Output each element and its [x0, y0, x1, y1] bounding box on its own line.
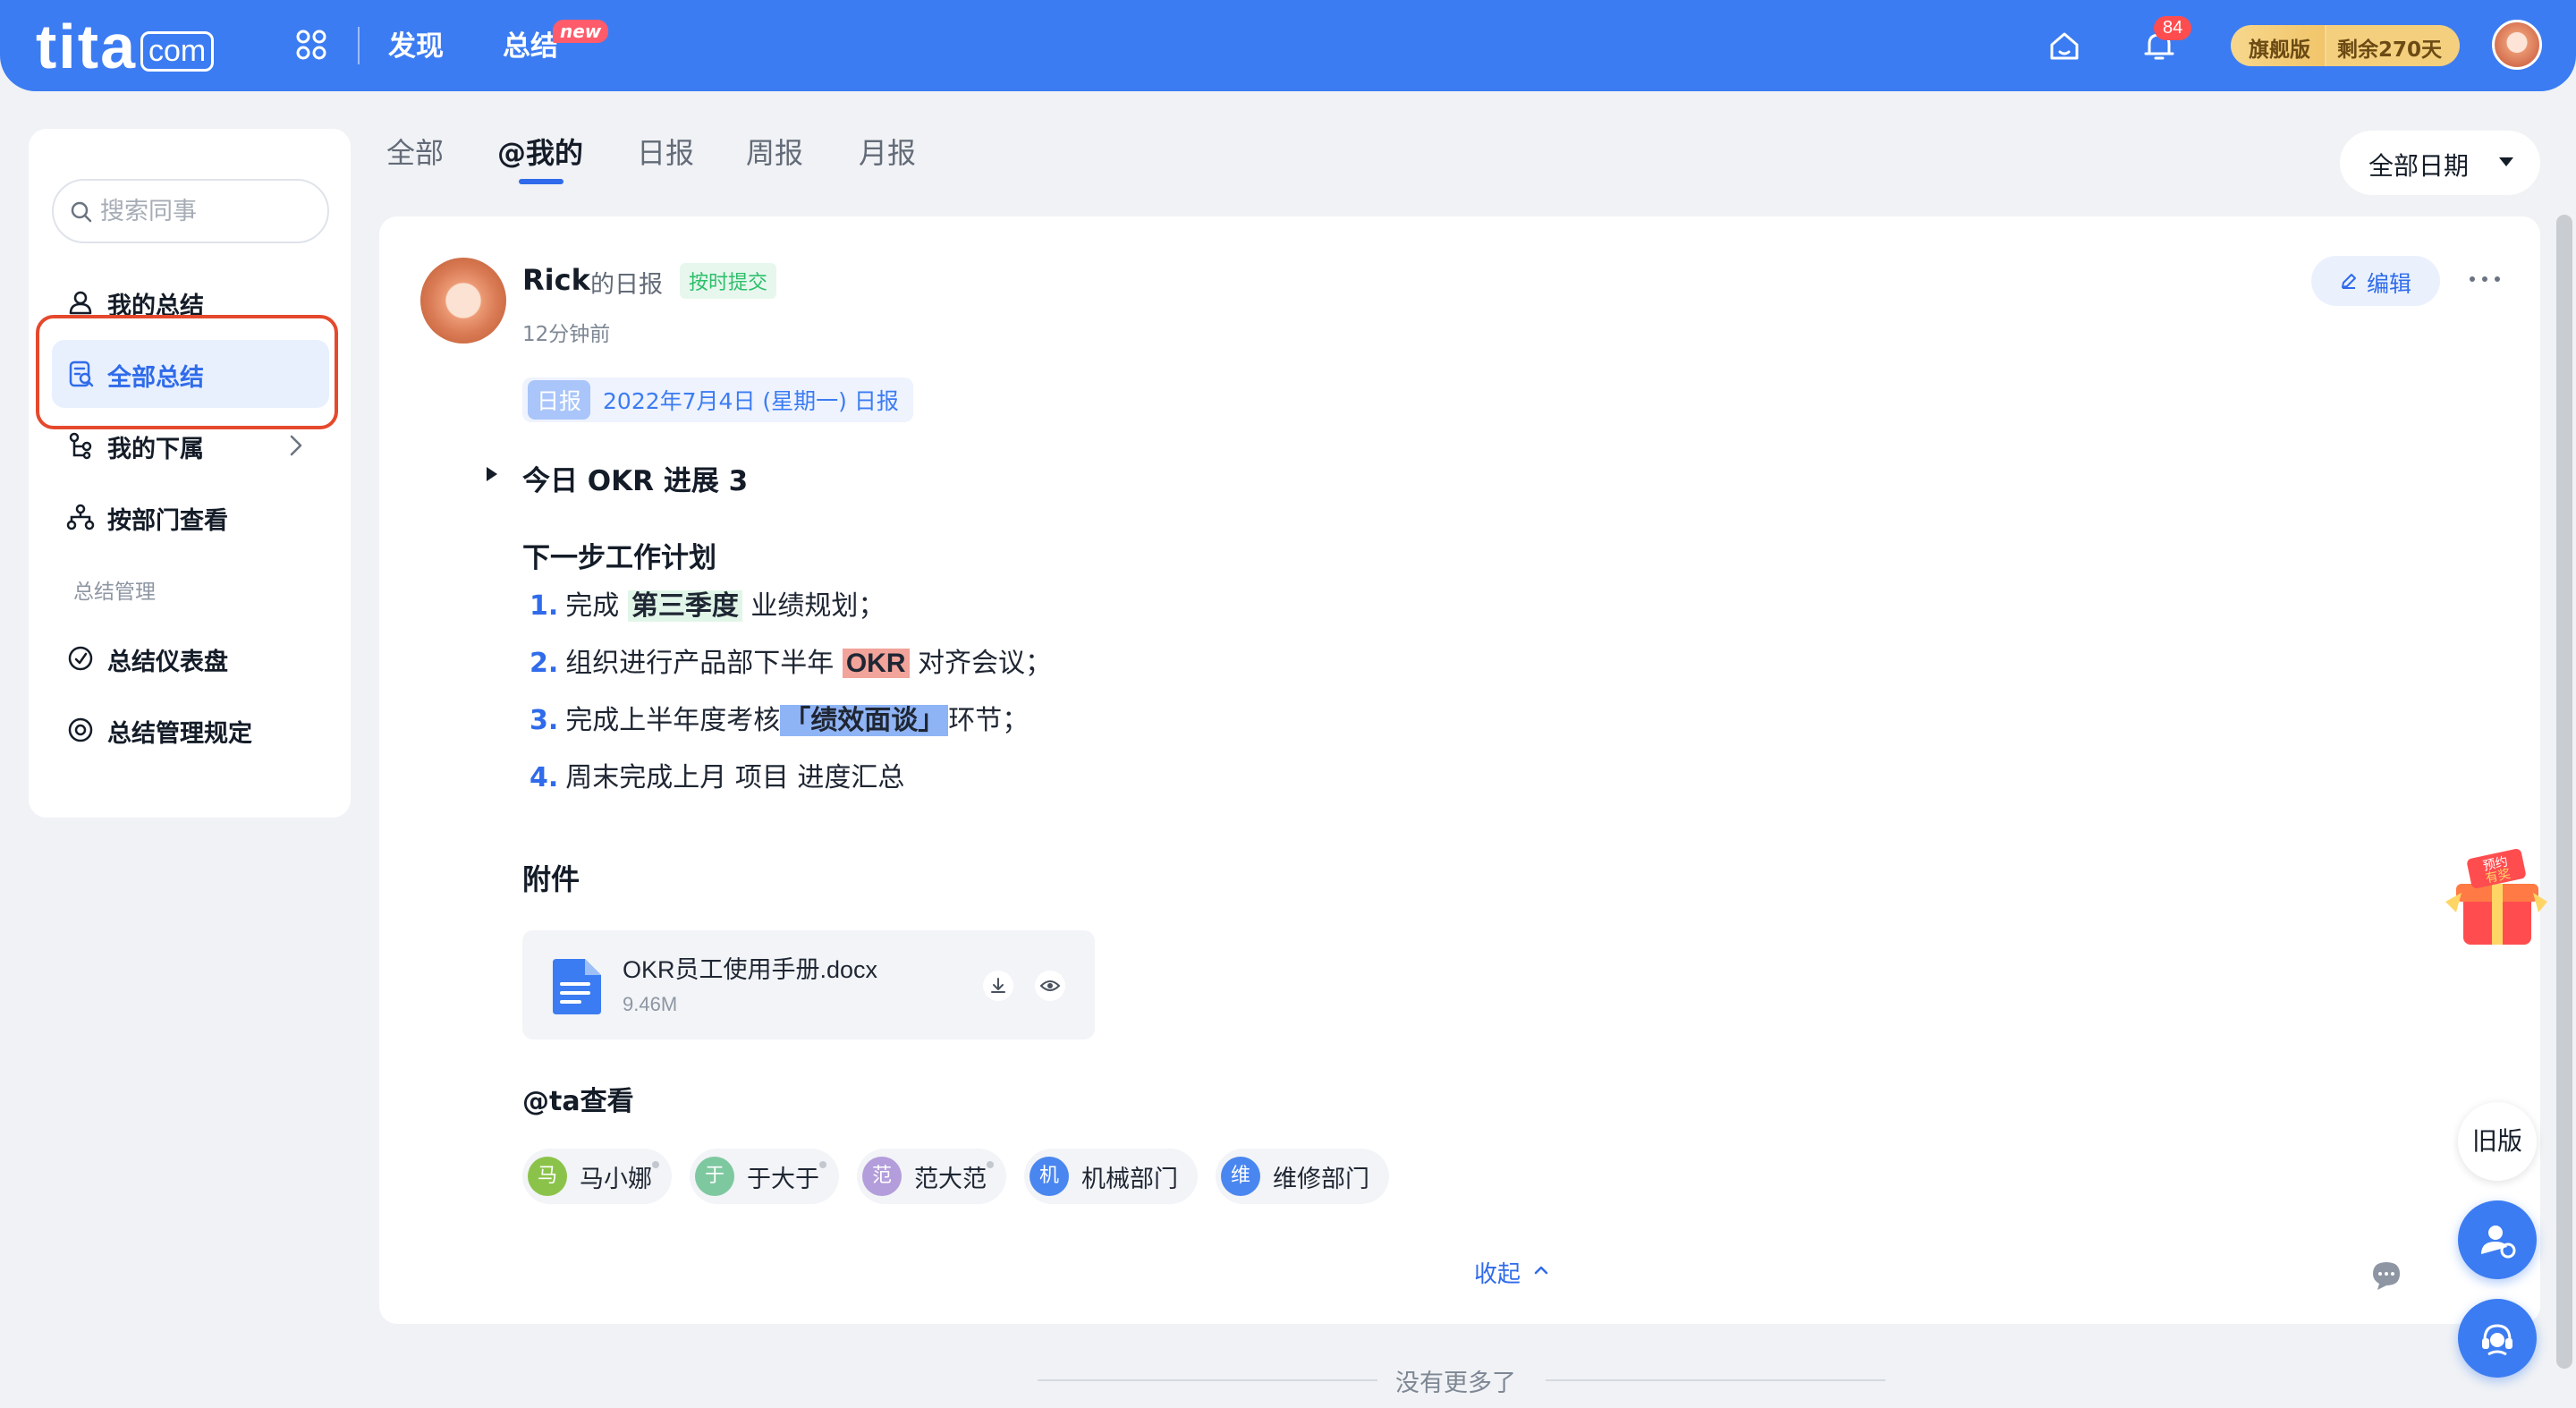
- author-avatar[interactable]: [420, 258, 506, 344]
- sidebar: 我的总结 全部总结 我的下属 按部门查看 总结管理: [29, 129, 351, 818]
- plan-item: 2. 组织进行产品部下半年 OKR 对齐会议；: [530, 648, 1053, 679]
- report-card: Rick 的日报 按时提交 12分钟前 编辑 日报 2022年7月4日 (星期一…: [379, 216, 2540, 1324]
- status-dot: [819, 1161, 826, 1168]
- plan-list: 1. 完成 第三季度 业绩规划； 2. 组织进行产品部下半年 OKR 对齐会议； 3…: [530, 583, 1052, 812]
- edit-button[interactable]: 编辑: [2311, 256, 2440, 306]
- department-icon: [66, 504, 95, 530]
- search-icon: [71, 201, 92, 223]
- on-time-status-tag: 按时提交: [680, 263, 777, 299]
- caret-down-icon: [2499, 157, 2513, 166]
- report-timestamp: 12分钟前: [522, 323, 611, 346]
- attachment-size: 9.46M: [623, 993, 678, 1015]
- user-avatar[interactable]: [2492, 20, 2542, 70]
- preview-eye-icon[interactable]: [1034, 970, 1066, 1002]
- author-name[interactable]: Rick: [522, 263, 590, 297]
- mention-list: 马 马小娜 于 于大于 范 范大范 机 机械部门 维 维修部门: [522, 1149, 1389, 1204]
- attachment-card[interactable]: OKR员工使用手册.docx 9.46M: [522, 930, 1095, 1039]
- page-scrollbar[interactable]: [2556, 215, 2572, 1369]
- apps-grid-icon[interactable]: [295, 29, 327, 61]
- home-icon[interactable]: [2046, 29, 2082, 64]
- caret-right-icon: [487, 467, 497, 481]
- sidebar-item-dashboard[interactable]: 总结仪表盘: [52, 624, 329, 692]
- tab-all[interactable]: 全部: [386, 131, 444, 172]
- report-date-label: 2022年7月4日 (星期一) 日报: [603, 388, 899, 414]
- new-badge: new: [553, 20, 609, 43]
- attachment-name[interactable]: OKR员工使用手册.docx: [623, 950, 877, 985]
- plan-item: 1. 完成 第三季度 业绩规划；: [530, 590, 886, 622]
- next-plan-title: 下一步工作计划: [522, 542, 716, 574]
- mention-avatar: 于: [695, 1157, 734, 1196]
- active-tab-indicator: [519, 179, 564, 184]
- plan-item: 4. 周末完成上月 项目 进度汇总: [530, 762, 905, 793]
- mention-avatar: 马: [528, 1157, 567, 1196]
- mention-chip[interactable]: 维 维修部门: [1216, 1149, 1389, 1204]
- user-settings-icon: [2481, 1226, 2516, 1259]
- tita-logo[interactable]: tita com: [36, 11, 215, 82]
- selection-highlight-box: [36, 315, 338, 429]
- highlighted-text: OKR: [842, 649, 910, 678]
- old-version-button[interactable]: 旧版: [2458, 1102, 2537, 1181]
- pencil-icon: [2342, 274, 2356, 289]
- status-dot: [987, 1161, 994, 1168]
- customer-service-icon: [2482, 1324, 2512, 1356]
- tab-daily[interactable]: 日报: [637, 131, 694, 172]
- report-kind-label: 的日报: [590, 271, 663, 299]
- mention-chip[interactable]: 于 于大于: [690, 1149, 839, 1204]
- nav-summary[interactable]: 总结: [503, 23, 558, 64]
- gift-promo-icon[interactable]: 预约 有奖: [2438, 848, 2555, 952]
- mention-chip[interactable]: 马 马小娜: [522, 1149, 672, 1204]
- search-input[interactable]: [100, 193, 315, 229]
- mention-avatar: 范: [862, 1157, 902, 1196]
- collapse-button[interactable]: 收起: [1474, 1256, 1548, 1289]
- highlighted-text: 第三季度: [627, 590, 742, 622]
- summary-management-section-title: 总结管理: [73, 581, 156, 604]
- mention-avatar: 维: [1221, 1157, 1260, 1196]
- comment-icon[interactable]: [2370, 1260, 2402, 1292]
- document-icon: [553, 959, 601, 1014]
- contact-fab[interactable]: [2458, 1200, 2537, 1279]
- dashboard-icon: [68, 646, 93, 671]
- more-options-icon[interactable]: [2467, 270, 2503, 288]
- mention-chip[interactable]: 机 机械部门: [1024, 1149, 1198, 1204]
- settings-icon: [68, 717, 93, 742]
- end-divider-left: [1038, 1379, 1377, 1381]
- chevron-up-icon: [1534, 1266, 1548, 1275]
- header-divider: [358, 27, 360, 64]
- end-divider-right: [1546, 1379, 1885, 1381]
- highlighted-text: 「绩效面谈」: [780, 705, 949, 736]
- mention-title: @ta查看: [522, 1086, 634, 1117]
- no-more-text: 没有更多了: [1395, 1370, 1516, 1397]
- report-type-tag: 日报: [528, 380, 591, 420]
- support-fab[interactable]: [2458, 1299, 2537, 1378]
- mention-chip[interactable]: 范 范大范: [857, 1149, 1006, 1204]
- plan-item: 3. 完成上半年度考核 「绩效面谈」 环节；: [530, 705, 1030, 736]
- sidebar-item-by-department[interactable]: 按部门查看: [52, 483, 329, 551]
- nav-discover[interactable]: 发现: [388, 23, 444, 64]
- status-dot: [652, 1161, 659, 1168]
- download-icon[interactable]: [982, 970, 1014, 1002]
- user-icon: [69, 291, 92, 315]
- tab-mentioned-me[interactable]: @我的: [497, 131, 583, 172]
- sidebar-item-management-rules[interactable]: 总结管理规定: [52, 696, 329, 764]
- colleague-search[interactable]: [52, 179, 329, 243]
- attachments-title: 附件: [522, 862, 580, 896]
- mention-avatar: 机: [1030, 1157, 1069, 1196]
- tab-monthly[interactable]: 月报: [859, 131, 916, 172]
- org-icon: [69, 432, 92, 460]
- chevron-right-icon[interactable]: [290, 435, 302, 456]
- notification-count-badge: 84: [2154, 16, 2192, 40]
- date-filter-dropdown[interactable]: 全部日期: [2340, 131, 2540, 195]
- top-header: tita com 发现 总结 new 84 旗舰版 剩余270天: [0, 0, 2576, 91]
- report-date-chip: 日报 2022年7月4日 (星期一) 日报: [522, 377, 913, 422]
- tab-weekly[interactable]: 周报: [746, 131, 803, 172]
- edition-badge[interactable]: 旗舰版 剩余270天: [2231, 25, 2461, 66]
